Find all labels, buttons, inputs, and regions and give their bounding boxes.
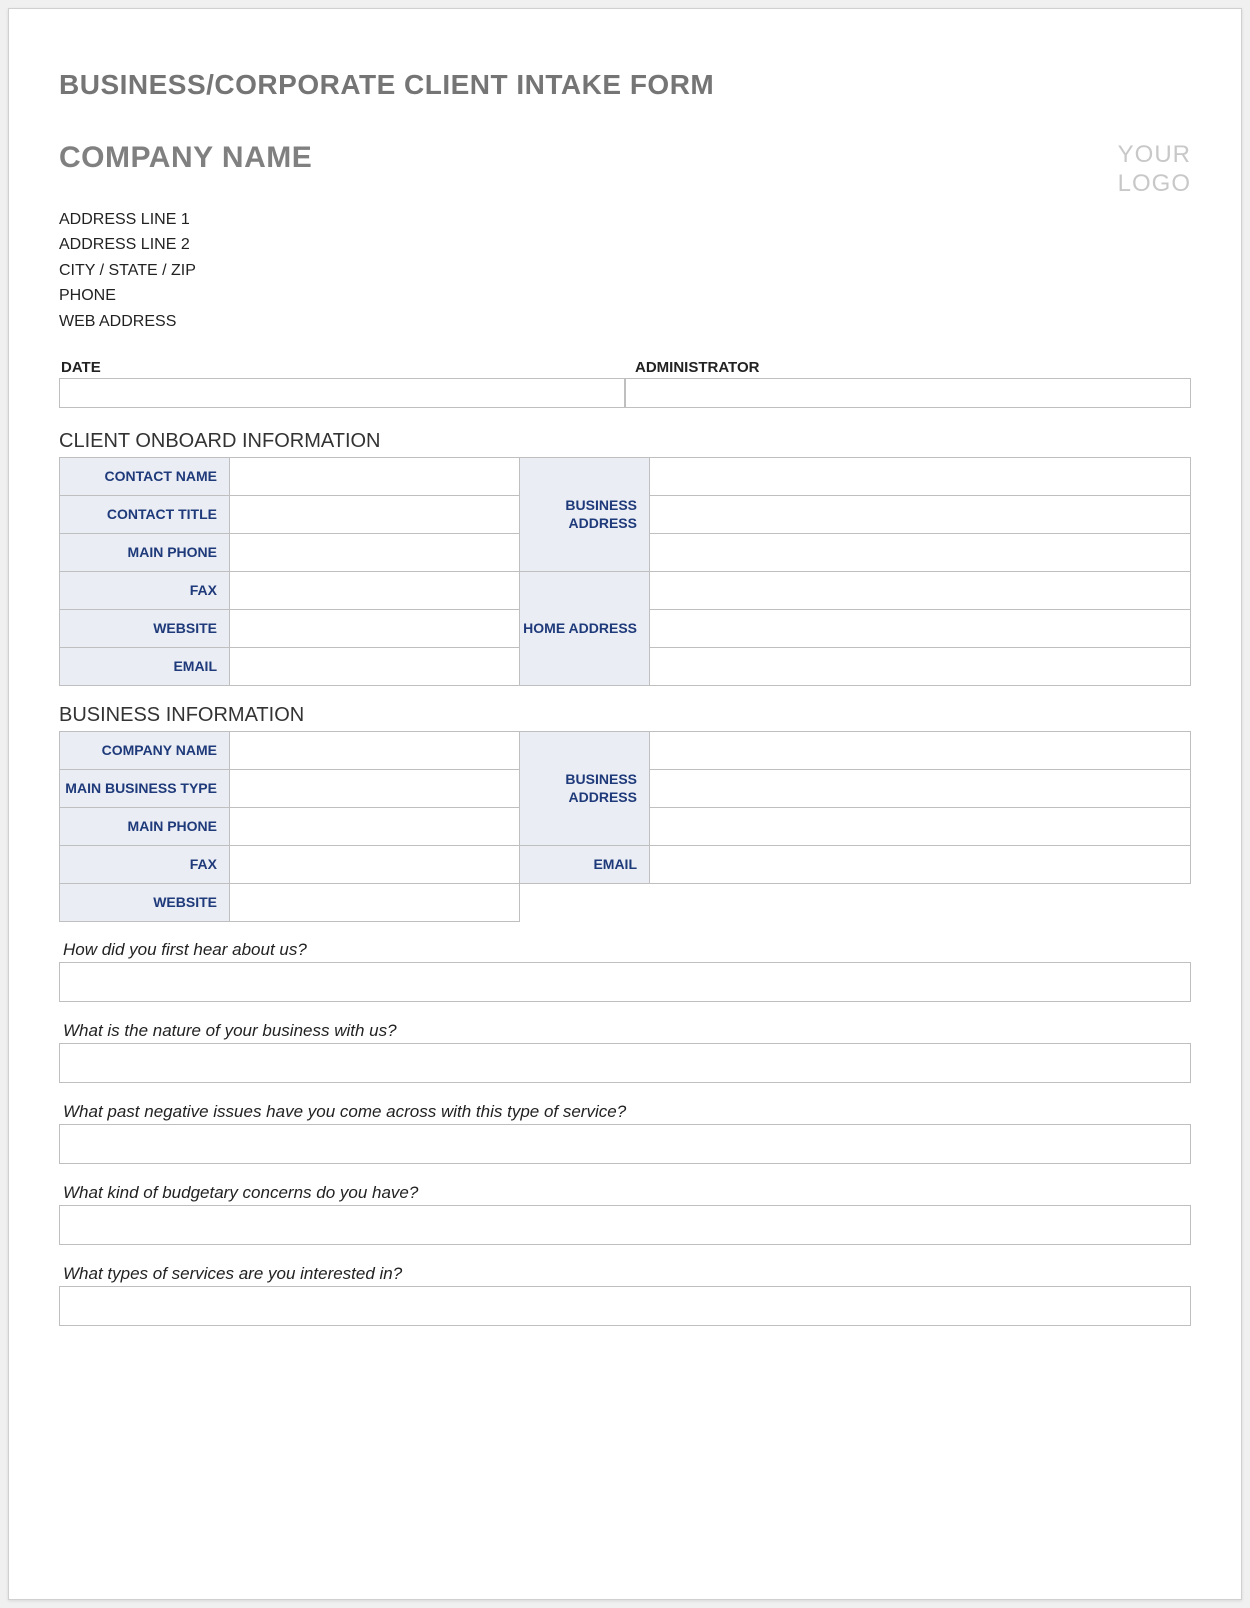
input-home-addr2[interactable] (650, 610, 1190, 647)
input-business-addr2[interactable] (650, 496, 1190, 533)
label-bi-email: EMAIL (520, 845, 650, 883)
address-line1: ADDRESS LINE 1 (59, 207, 1191, 233)
answer-2[interactable] (59, 1043, 1191, 1083)
section-client-onboard-title: CLIENT ONBOARD INFORMATION (59, 430, 1191, 453)
input-bi-business-addr2[interactable] (650, 770, 1190, 807)
logo-line1: YOUR (1118, 141, 1191, 170)
input-main-phone[interactable] (230, 534, 519, 571)
label-website: WEBSITE (60, 609, 230, 647)
input-fax[interactable] (230, 572, 519, 609)
input-bi-company-name[interactable] (230, 732, 519, 769)
input-website[interactable] (230, 610, 519, 647)
input-bi-business-addr3[interactable] (650, 808, 1190, 845)
label-contact-title: CONTACT TITLE (60, 495, 230, 533)
input-contact-name[interactable] (230, 458, 519, 495)
label-fax: FAX (60, 571, 230, 609)
question-3: What past negative issues have you come … (59, 1102, 1191, 1122)
address-phone: PHONE (59, 283, 1191, 309)
label-home-address: HOME ADDRESS (520, 571, 650, 685)
label-contact-name: CONTACT NAME (60, 457, 230, 495)
input-bi-main-business-type[interactable] (230, 770, 519, 807)
label-bi-main-business-type: MAIN BUSINESS TYPE (60, 769, 230, 807)
business-info-table: COMPANY NAME BUSINESS ADDRESS MAIN BUSIN… (59, 731, 1191, 922)
label-email: EMAIL (60, 647, 230, 685)
address-web: WEB ADDRESS (59, 309, 1191, 335)
label-bi-business-address: BUSINESS ADDRESS (520, 731, 650, 845)
question-2: What is the nature of your business with… (59, 1021, 1191, 1041)
label-bi-main-phone: MAIN PHONE (60, 807, 230, 845)
company-address-block: ADDRESS LINE 1 ADDRESS LINE 2 CITY / STA… (59, 207, 1191, 335)
header-row: COMPANY NAME YOUR LOGO (59, 141, 1191, 199)
form-title: BUSINESS/CORPORATE CLIENT INTAKE FORM (59, 69, 1191, 101)
input-bi-website[interactable] (230, 884, 519, 921)
date-label: DATE (59, 359, 625, 376)
label-bi-website: WEBSITE (60, 883, 230, 921)
administrator-label: ADMINISTRATOR (625, 359, 1191, 376)
question-4: What kind of budgetary concerns do you h… (59, 1183, 1191, 1203)
answer-4[interactable] (59, 1205, 1191, 1245)
input-business-addr3[interactable] (650, 534, 1190, 571)
date-input[interactable] (59, 378, 625, 408)
input-bi-fax[interactable] (230, 846, 519, 883)
date-admin-row: DATE ADMINISTRATOR (59, 359, 1191, 408)
input-bi-business-addr1[interactable] (650, 732, 1190, 769)
label-bi-fax: FAX (60, 845, 230, 883)
address-line2: ADDRESS LINE 2 (59, 232, 1191, 258)
answer-3[interactable] (59, 1124, 1191, 1164)
input-bi-main-phone[interactable] (230, 808, 519, 845)
company-name-heading: COMPANY NAME (59, 141, 312, 175)
input-email[interactable] (230, 648, 519, 685)
input-business-addr1[interactable] (650, 458, 1190, 495)
answer-1[interactable] (59, 962, 1191, 1002)
answer-5[interactable] (59, 1286, 1191, 1326)
input-home-addr3[interactable] (650, 648, 1190, 685)
question-1: How did you first hear about us? (59, 940, 1191, 960)
logo-line2: LOGO (1118, 170, 1191, 199)
input-contact-title[interactable] (230, 496, 519, 533)
label-main-phone: MAIN PHONE (60, 533, 230, 571)
input-bi-email[interactable] (650, 846, 1190, 883)
address-city-state-zip: CITY / STATE / ZIP (59, 258, 1191, 284)
label-business-address: BUSINESS ADDRESS (520, 457, 650, 571)
empty-cell (520, 883, 1191, 921)
client-onboard-table: CONTACT NAME BUSINESS ADDRESS CONTACT TI… (59, 457, 1191, 686)
question-5: What types of services are you intereste… (59, 1264, 1191, 1284)
page-container: BUSINESS/CORPORATE CLIENT INTAKE FORM CO… (8, 8, 1242, 1600)
administrator-input[interactable] (625, 378, 1191, 408)
input-home-addr1[interactable] (650, 572, 1190, 609)
section-business-info-title: BUSINESS INFORMATION (59, 704, 1191, 727)
logo-placeholder: YOUR LOGO (1118, 141, 1191, 199)
label-bi-company-name: COMPANY NAME (60, 731, 230, 769)
